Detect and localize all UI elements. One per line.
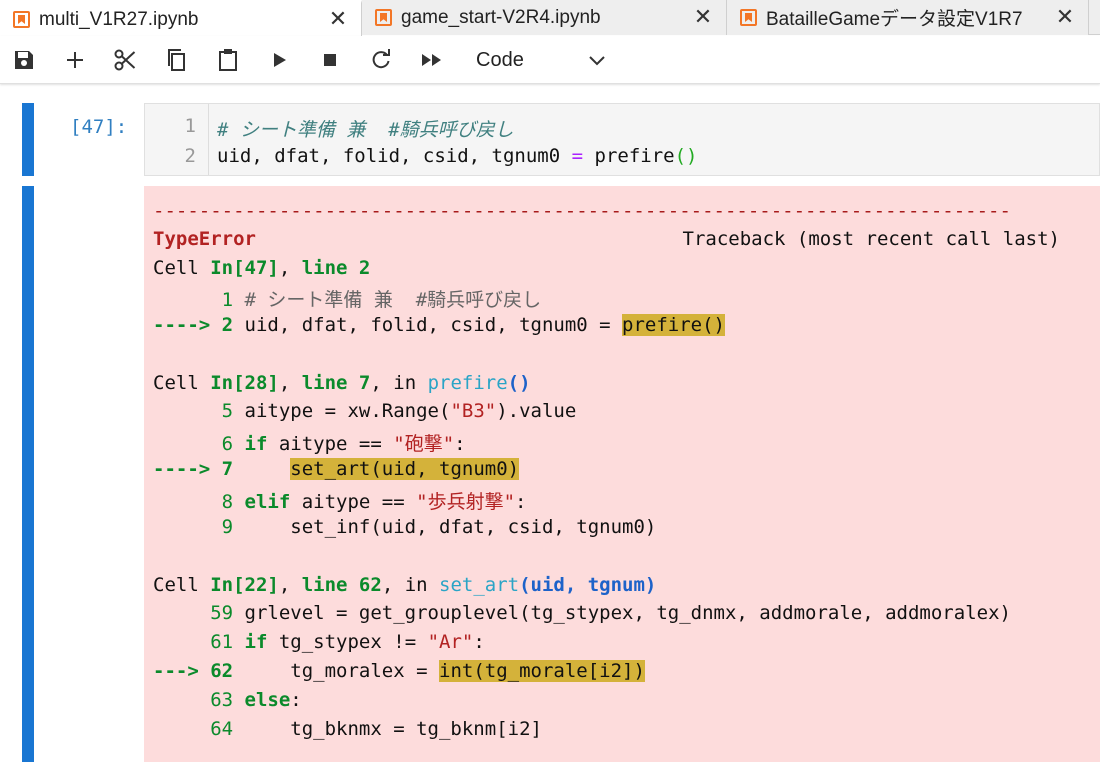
traceback-line: 6 if aitype == "砲撃": — [221, 433, 466, 455]
traceback-divider: ----------------------------------------… — [153, 200, 1011, 222]
cell-prompt: [47]: — [70, 116, 128, 138]
line-number-gutter: 1 2 — [145, 104, 209, 175]
output-cell-indicator — [22, 186, 34, 762]
code-function: prefire — [583, 145, 675, 167]
notebook-icon — [740, 9, 757, 26]
save-icon[interactable] — [10, 46, 38, 74]
traceback-line: 61 if tg_stypex != "Ar": — [210, 631, 485, 653]
function-name: prefire — [427, 372, 508, 394]
paste-icon[interactable] — [214, 46, 242, 74]
notebook-toolbar: Code — [0, 36, 1100, 84]
tab-label: game_start-V2R4.ipynb — [401, 6, 601, 28]
cut-icon[interactable] — [111, 46, 139, 74]
cell-type-dropdown[interactable]: Code — [476, 46, 605, 74]
tab-game-start-notebook[interactable]: game_start-V2R4.ipynb ✕ — [362, 0, 727, 35]
restart-icon[interactable] — [367, 46, 395, 74]
code-comment: # シート準備 兼 #騎兵呼び戻し — [217, 119, 514, 141]
traceback-frame-header: Cell In[28], line 7, in prefire() — [153, 372, 531, 394]
traceback-frame-header: Cell In[22], line 62, in set_art(uid, tg… — [153, 574, 657, 596]
code-line: # シート準備 兼 #騎兵呼び戻し — [217, 115, 514, 142]
traceback-line: 59 grlevel = get_grouplevel(tg_stypex, t… — [210, 602, 1011, 624]
traceback-line-current: ----> 7 set_art(uid, tgnum0) — [153, 458, 520, 480]
cell-reference: In[22] — [210, 574, 279, 596]
run-icon[interactable] — [266, 46, 294, 74]
error-type: TypeError — [153, 228, 256, 250]
tab-label: BatailleGameデータ設定V1R7 — [766, 9, 1023, 30]
line-reference: line 7 — [301, 372, 371, 394]
active-cell-indicator — [22, 103, 34, 176]
traceback-frame-header: Cell In[47], line 2 — [153, 257, 371, 279]
close-icon[interactable]: ✕ — [323, 7, 353, 32]
traceback-header-row: TypeError — [153, 228, 256, 250]
code-operator: = — [571, 145, 584, 167]
code-editor[interactable]: 1 2 # シート準備 兼 #騎兵呼び戻し uid, dfat, folid, … — [144, 103, 1100, 176]
traceback-line: 1 # シート準備 兼 #騎兵呼び戻し — [221, 289, 542, 311]
close-icon[interactable]: ✕ — [1050, 5, 1080, 30]
code-text: uid, dfat, folid, csid, tgnum0 — [217, 145, 572, 167]
tab-bataille-notebook[interactable]: BatailleGameデータ設定V1R7 ✕ — [727, 0, 1089, 35]
code-line: uid, dfat, folid, csid, tgnum0 = prefire… — [217, 145, 697, 167]
error-highlight: set_art(uid, tgnum0) — [290, 458, 520, 480]
traceback-line: 9 set_inf(uid, dfat, csid, tgnum0) — [221, 516, 657, 538]
tab-bar: multi_V1R27.ipynb ✕ game_start-V2R4.ipyn… — [0, 0, 1100, 36]
traceback-line-current: ---> 62 tg_moralex = int(tg_morale[i2]) — [153, 660, 645, 682]
line-reference: line 2 — [301, 257, 371, 279]
notebook-icon — [13, 11, 30, 28]
traceback-line: 8 elif aitype == "歩兵射撃": — [221, 491, 527, 513]
cell-reference: In[28] — [210, 372, 279, 394]
error-highlight: int(tg_morale[i2]) — [439, 660, 645, 682]
tab-label: multi_V1R27.ipynb — [39, 8, 199, 30]
traceback-line: 64 tg_bknmx = tg_bknm[i2] — [210, 718, 542, 740]
stop-icon[interactable] — [316, 46, 344, 74]
traceback-line: 5 aitype = xw.Range("B3").value — [221, 400, 577, 422]
error-output: ----------------------------------------… — [144, 186, 1100, 762]
line-number: 1 — [184, 115, 196, 137]
line-number: 2 — [184, 145, 196, 167]
chevron-down-icon — [588, 52, 606, 71]
function-name: set_art — [439, 574, 520, 596]
error-highlight: prefire() — [622, 314, 725, 336]
copy-icon[interactable] — [163, 46, 191, 74]
code-paren: () — [674, 145, 698, 167]
cell-type-label: Code — [476, 48, 524, 71]
traceback-line: 63 else: — [210, 689, 302, 711]
add-cell-icon[interactable] — [61, 46, 89, 74]
fast-forward-icon[interactable] — [418, 46, 446, 74]
traceback-header: Traceback (most recent call last) — [682, 228, 1061, 250]
line-reference: line 62 — [301, 574, 382, 596]
notebook-icon — [375, 9, 392, 26]
cell-reference: In[47] — [210, 257, 279, 279]
traceback-line-current: ----> 2 uid, dfat, folid, csid, tgnum0 =… — [153, 314, 725, 336]
close-icon[interactable]: ✕ — [688, 5, 718, 30]
tab-multi-notebook[interactable]: multi_V1R27.ipynb ✕ — [0, 0, 362, 36]
